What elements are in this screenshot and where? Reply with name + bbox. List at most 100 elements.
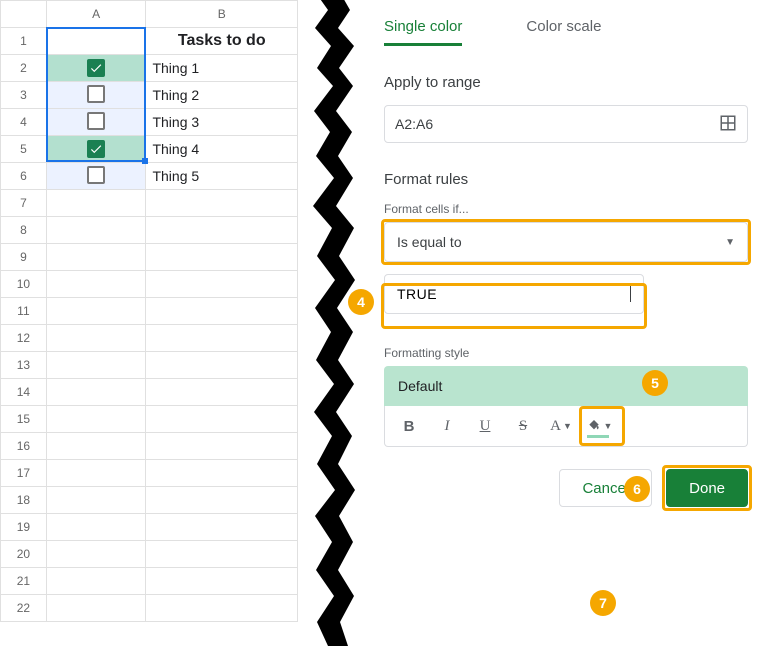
row-header[interactable]: 15 [1, 406, 47, 433]
row-header[interactable]: 10 [1, 271, 47, 298]
col-header-B[interactable]: B [146, 1, 298, 28]
panel-tabs: Single color Color scale [384, 18, 748, 46]
row-header[interactable]: 6 [1, 163, 47, 190]
row-header[interactable]: 16 [1, 433, 47, 460]
checkbox-cell[interactable] [46, 55, 146, 82]
row-header[interactable]: 8 [1, 217, 47, 244]
cell[interactable] [46, 190, 146, 217]
cell[interactable] [146, 433, 298, 460]
row-header[interactable]: 14 [1, 379, 47, 406]
cell[interactable] [146, 244, 298, 271]
cell[interactable]: Thing 1 [146, 55, 298, 82]
cell[interactable]: Thing 2 [146, 82, 298, 109]
condition-label: Format cells if... [384, 202, 748, 216]
cell[interactable] [146, 352, 298, 379]
row-header[interactable]: 4 [1, 109, 47, 136]
italic-button[interactable]: I [433, 412, 461, 440]
row-header[interactable]: 3 [1, 82, 47, 109]
row-header[interactable]: 11 [1, 298, 47, 325]
cell[interactable] [46, 514, 146, 541]
row-header[interactable]: 2 [1, 55, 47, 82]
condition-select[interactable]: Is equal to ▼ [384, 222, 748, 262]
row-header[interactable]: 20 [1, 541, 47, 568]
cell[interactable] [46, 298, 146, 325]
range-input-group[interactable] [384, 105, 748, 143]
cell[interactable] [46, 541, 146, 568]
header-cell[interactable]: Tasks to do [146, 28, 298, 55]
value-input-wrap[interactable] [384, 274, 644, 314]
cell[interactable] [46, 271, 146, 298]
row-header[interactable]: 17 [1, 460, 47, 487]
cell[interactable] [146, 190, 298, 217]
cell[interactable] [46, 325, 146, 352]
button-row: Cancel Done [384, 469, 748, 507]
cell[interactable] [146, 541, 298, 568]
row-header[interactable]: 5 [1, 136, 47, 163]
cell[interactable]: Thing 4 [146, 136, 298, 163]
checkbox-cell[interactable] [46, 163, 146, 190]
cell[interactable] [146, 595, 298, 622]
cancel-button[interactable]: Cancel [559, 469, 652, 507]
conditional-format-panel: Single color Color scale Apply to range … [368, 0, 768, 639]
apply-range-label: Apply to range [384, 74, 748, 91]
cell[interactable] [46, 352, 146, 379]
row-header[interactable]: 13 [1, 352, 47, 379]
cell[interactable] [146, 460, 298, 487]
row-header[interactable]: 22 [1, 595, 47, 622]
checkbox-cell[interactable] [46, 82, 146, 109]
cell[interactable] [146, 379, 298, 406]
cell[interactable] [46, 568, 146, 595]
corner-cell[interactable] [1, 1, 47, 28]
style-label: Formatting style [384, 346, 748, 360]
cell[interactable] [46, 433, 146, 460]
cell[interactable] [46, 595, 146, 622]
checkbox[interactable] [87, 85, 105, 103]
grid[interactable]: A B 1 Tasks to do 2 Thing 1 3 Thing 2 4 Thing 3… [0, 0, 298, 622]
cell[interactable] [46, 406, 146, 433]
row-header[interactable]: 12 [1, 325, 47, 352]
cell[interactable]: Thing 5 [146, 163, 298, 190]
value-input[interactable] [397, 286, 631, 302]
done-button[interactable]: Done [666, 469, 748, 507]
cell[interactable] [46, 460, 146, 487]
checkbox[interactable] [87, 59, 105, 77]
cell[interactable] [46, 217, 146, 244]
style-preview[interactable]: Default [384, 366, 748, 406]
torn-divider [298, 0, 368, 639]
checkbox-cell[interactable] [46, 136, 146, 163]
row-header[interactable]: 18 [1, 487, 47, 514]
text-color-button[interactable]: A▼ [547, 412, 575, 440]
cell[interactable] [46, 28, 146, 55]
cell[interactable] [146, 568, 298, 595]
tab-single-color[interactable]: Single color [384, 18, 462, 46]
underline-button[interactable]: U [471, 412, 499, 440]
cell[interactable] [146, 298, 298, 325]
condition-value: Is equal to [397, 234, 462, 250]
cell[interactable] [146, 217, 298, 244]
bold-button[interactable]: B [395, 412, 423, 440]
fill-color-button[interactable]: ▼ [585, 412, 613, 440]
checkbox[interactable] [87, 140, 105, 158]
strike-button[interactable]: S [509, 412, 537, 440]
cell[interactable] [46, 379, 146, 406]
cell[interactable] [146, 514, 298, 541]
cell[interactable]: Thing 3 [146, 109, 298, 136]
cell[interactable] [146, 325, 298, 352]
cell[interactable] [46, 244, 146, 271]
row-header[interactable]: 21 [1, 568, 47, 595]
row-header[interactable]: 19 [1, 514, 47, 541]
cell[interactable] [146, 487, 298, 514]
range-input[interactable] [395, 116, 719, 132]
col-header-A[interactable]: A [46, 1, 146, 28]
grid-icon[interactable] [719, 114, 737, 135]
row-header[interactable]: 9 [1, 244, 47, 271]
cell[interactable] [146, 271, 298, 298]
tab-color-scale[interactable]: Color scale [526, 18, 601, 46]
checkbox[interactable] [87, 112, 105, 130]
cell[interactable] [46, 487, 146, 514]
checkbox[interactable] [87, 166, 105, 184]
cell[interactable] [146, 406, 298, 433]
checkbox-cell[interactable] [46, 109, 146, 136]
row-header[interactable]: 7 [1, 190, 47, 217]
row-header[interactable]: 1 [1, 28, 47, 55]
